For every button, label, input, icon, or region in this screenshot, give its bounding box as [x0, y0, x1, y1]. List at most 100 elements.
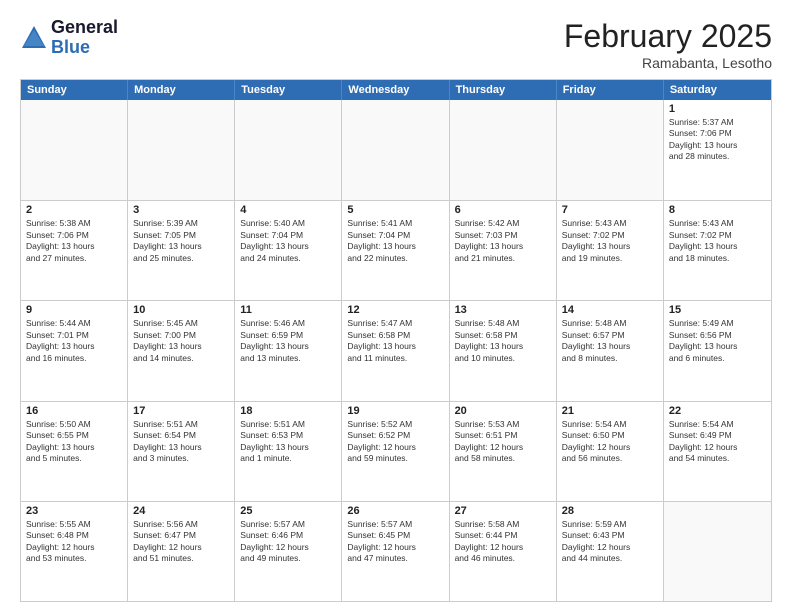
day-cell-20: 20Sunrise: 5:53 AM Sunset: 6:51 PM Dayli… [450, 402, 557, 501]
day-info: Sunrise: 5:38 AM Sunset: 7:06 PM Dayligh… [26, 218, 122, 264]
day-cell-13: 13 Sunrise: 5:48 AM Sunset: 6:58 PM Dayli… [450, 301, 557, 400]
weekday-header-thursday: Thursday [450, 80, 557, 100]
day-info: Sunrise: 5:47 AM Sunset: 6:58 PM Dayligh… [347, 318, 443, 364]
day-cell-23: 23Sunrise: 5:55 AM Sunset: 6:48 PM Dayli… [21, 502, 128, 601]
weekday-header-friday: Friday [557, 80, 664, 100]
day-info: Sunrise: 5:42 AM Sunset: 7:03 PM Dayligh… [455, 218, 551, 264]
day-info: Sunrise: 5:57 AM Sunset: 6:46 PM Dayligh… [240, 519, 336, 565]
day-number: 9 [26, 304, 122, 316]
calendar-body: 1Sunrise: 5:37 AM Sunset: 7:06 PM Daylig… [21, 100, 771, 601]
title-block: February 2025 Ramabanta, Lesotho [564, 18, 772, 71]
day-cell-21: 21 Sunrise: 5:54 AM Sunset: 6:50 PM Dayli… [557, 402, 664, 501]
header: General Blue February 2025 Ramabanta, Le… [20, 18, 772, 71]
day-number: 13 [455, 304, 551, 316]
day-number: 11 [240, 304, 336, 316]
day-info: Sunrise: 5:49 AM Sunset: 6:56 PM Dayligh… [669, 318, 766, 364]
day-info: Sunrise: 5:52 AM Sunset: 6:52 PM Dayligh… [347, 419, 443, 465]
day-number: 5 [347, 204, 443, 216]
day-cell-2: 2 Sunrise: 5:38 AM Sunset: 7:06 PM Daylig… [21, 201, 128, 300]
day-info: Sunrise: 5:54 AM Sunset: 6:49 PM Dayligh… [669, 419, 766, 465]
page: General Blue February 2025 Ramabanta, Le… [0, 0, 792, 612]
day-info: Sunrise: 5:58 AM Sunset: 6:44 PM Dayligh… [455, 519, 551, 565]
day-info: Sunrise: 5:43 AM Sunset: 7:02 PM Dayligh… [669, 218, 766, 264]
calendar-header: SundayMondayTuesdayWednesdayThursdayFrid… [21, 80, 771, 100]
day-number: 4 [240, 204, 336, 216]
day-cell-22: 22 Sunrise: 5:54 AM Sunset: 6:49 PM Dayli… [664, 402, 771, 501]
day-number: 3 [133, 204, 229, 216]
day-number: 14 [562, 304, 658, 316]
logo-icon [20, 24, 48, 52]
day-number: 25 [240, 505, 336, 517]
day-number: 17 [133, 405, 229, 417]
day-info: Sunrise: 5:44 AM Sunset: 7:01 PM Dayligh… [26, 318, 122, 364]
day-cell-11: 11Sunrise: 5:46 AM Sunset: 6:59 PM Dayli… [235, 301, 342, 400]
day-info: Sunrise: 5:48 AM Sunset: 6:57 PM Dayligh… [562, 318, 658, 364]
day-number: 12 [347, 304, 443, 316]
day-cell-3: 3 Sunrise: 5:39 AM Sunset: 7:05 PM Daylig… [128, 201, 235, 300]
empty-cell [21, 100, 128, 200]
logo-text-line2: Blue [51, 38, 118, 58]
day-number: 20 [455, 405, 551, 417]
month-title: February 2025 [564, 18, 772, 55]
day-info: Sunrise: 5:50 AM Sunset: 6:55 PM Dayligh… [26, 419, 122, 465]
day-number: 21 [562, 405, 658, 417]
day-number: 28 [562, 505, 658, 517]
day-number: 24 [133, 505, 229, 517]
day-cell-5: 5 Sunrise: 5:41 AM Sunset: 7:04 PM Daylig… [342, 201, 449, 300]
day-cell-7: 7Sunrise: 5:43 AM Sunset: 7:02 PM Daylig… [557, 201, 664, 300]
logo: General Blue [20, 18, 118, 58]
day-cell-26: 26 Sunrise: 5:57 AM Sunset: 6:45 PM Dayli… [342, 502, 449, 601]
day-number: 7 [562, 204, 658, 216]
day-number: 26 [347, 505, 443, 517]
day-cell-6: 6 Sunrise: 5:42 AM Sunset: 7:03 PM Daylig… [450, 201, 557, 300]
day-cell-24: 24Sunrise: 5:56 AM Sunset: 6:47 PM Dayli… [128, 502, 235, 601]
day-info: Sunrise: 5:39 AM Sunset: 7:05 PM Dayligh… [133, 218, 229, 264]
calendar-row: 23Sunrise: 5:55 AM Sunset: 6:48 PM Dayli… [21, 501, 771, 601]
day-info: Sunrise: 5:37 AM Sunset: 7:06 PM Dayligh… [669, 117, 766, 163]
day-info: Sunrise: 5:57 AM Sunset: 6:45 PM Dayligh… [347, 519, 443, 565]
day-info: Sunrise: 5:54 AM Sunset: 6:50 PM Dayligh… [562, 419, 658, 465]
empty-cell [664, 502, 771, 601]
day-cell-12: 12 Sunrise: 5:47 AM Sunset: 6:58 PM Dayli… [342, 301, 449, 400]
calendar-row: 16 Sunrise: 5:50 AM Sunset: 6:55 PM Dayli… [21, 401, 771, 501]
day-number: 18 [240, 405, 336, 417]
day-info: Sunrise: 5:45 AM Sunset: 7:00 PM Dayligh… [133, 318, 229, 364]
day-cell-27: 27 Sunrise: 5:58 AM Sunset: 6:44 PM Dayli… [450, 502, 557, 601]
day-info: Sunrise: 5:59 AM Sunset: 6:43 PM Dayligh… [562, 519, 658, 565]
empty-cell [450, 100, 557, 200]
day-cell-19: 19Sunrise: 5:52 AM Sunset: 6:52 PM Dayli… [342, 402, 449, 501]
day-cell-4: 4Sunrise: 5:40 AM Sunset: 7:04 PM Daylig… [235, 201, 342, 300]
day-cell-15: 15 Sunrise: 5:49 AM Sunset: 6:56 PM Dayli… [664, 301, 771, 400]
calendar-row: 2 Sunrise: 5:38 AM Sunset: 7:06 PM Daylig… [21, 200, 771, 300]
day-info: Sunrise: 5:41 AM Sunset: 7:04 PM Dayligh… [347, 218, 443, 264]
empty-cell [235, 100, 342, 200]
calendar: SundayMondayTuesdayWednesdayThursdayFrid… [20, 79, 772, 602]
day-cell-25: 25 Sunrise: 5:57 AM Sunset: 6:46 PM Dayli… [235, 502, 342, 601]
weekday-header-saturday: Saturday [664, 80, 771, 100]
calendar-row: 9 Sunrise: 5:44 AM Sunset: 7:01 PM Daylig… [21, 300, 771, 400]
day-info: Sunrise: 5:48 AM Sunset: 6:58 PM Dayligh… [455, 318, 551, 364]
weekday-header-tuesday: Tuesday [235, 80, 342, 100]
day-number: 22 [669, 405, 766, 417]
day-cell-18: 18Sunrise: 5:51 AM Sunset: 6:53 PM Dayli… [235, 402, 342, 501]
day-number: 8 [669, 204, 766, 216]
weekday-header-sunday: Sunday [21, 80, 128, 100]
day-number: 6 [455, 204, 551, 216]
calendar-row: 1Sunrise: 5:37 AM Sunset: 7:06 PM Daylig… [21, 100, 771, 200]
day-number: 16 [26, 405, 122, 417]
day-cell-28: 28 Sunrise: 5:59 AM Sunset: 6:43 PM Dayli… [557, 502, 664, 601]
day-number: 10 [133, 304, 229, 316]
empty-cell [342, 100, 449, 200]
day-number: 27 [455, 505, 551, 517]
day-number: 15 [669, 304, 766, 316]
day-number: 2 [26, 204, 122, 216]
day-cell-8: 8 Sunrise: 5:43 AM Sunset: 7:02 PM Daylig… [664, 201, 771, 300]
day-cell-1: 1Sunrise: 5:37 AM Sunset: 7:06 PM Daylig… [664, 100, 771, 200]
weekday-header-wednesday: Wednesday [342, 80, 449, 100]
empty-cell [128, 100, 235, 200]
location: Ramabanta, Lesotho [564, 55, 772, 71]
weekday-header-monday: Monday [128, 80, 235, 100]
day-cell-17: 17Sunrise: 5:51 AM Sunset: 6:54 PM Dayli… [128, 402, 235, 501]
day-cell-9: 9 Sunrise: 5:44 AM Sunset: 7:01 PM Daylig… [21, 301, 128, 400]
logo-text-line1: General [51, 18, 118, 38]
